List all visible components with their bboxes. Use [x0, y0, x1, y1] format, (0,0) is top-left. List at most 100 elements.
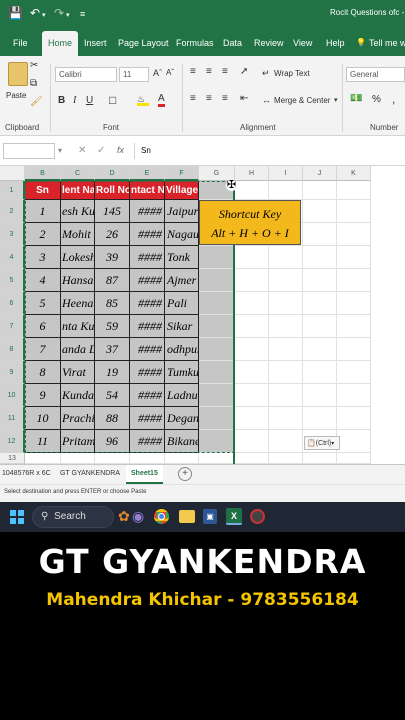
grid-cell[interactable]	[235, 453, 269, 464]
chrome-icon[interactable]	[154, 509, 169, 524]
table-cell[interactable]: 19	[95, 361, 130, 384]
customize-toolbar-icon[interactable]: ≡	[80, 7, 85, 21]
grid-cell[interactable]	[337, 361, 371, 384]
tab-home[interactable]: Home	[42, 31, 79, 56]
grid-cell[interactable]	[25, 453, 61, 464]
column-header-i[interactable]: I	[269, 166, 303, 181]
table-cell[interactable]: 59	[95, 315, 130, 338]
grid-cell[interactable]	[337, 315, 371, 338]
grid-cell[interactable]	[269, 246, 303, 269]
table-cell[interactable]: ####	[130, 315, 165, 338]
table-header-cell[interactable]: Village	[165, 181, 199, 200]
taskbar-search-box[interactable]: ⚲ Search	[32, 506, 114, 528]
table-cell[interactable]: Pali	[165, 292, 199, 315]
grid-cell[interactable]	[235, 246, 269, 269]
table-cell[interactable]: Sikar	[165, 315, 199, 338]
grid-cell[interactable]	[199, 384, 235, 407]
table-cell[interactable]: Hansa	[61, 269, 95, 292]
media-app-icon[interactable]: ◉	[132, 508, 144, 525]
grid-cell[interactable]	[269, 361, 303, 384]
grid-cell[interactable]	[199, 361, 235, 384]
undo-dropdown-icon[interactable]: ▾	[42, 9, 46, 23]
formula-input[interactable]: Sn	[134, 143, 405, 159]
grid-cell[interactable]	[269, 181, 303, 200]
table-cell[interactable]: nta Kur	[61, 315, 95, 338]
fill-color-icon[interactable]: ♨	[137, 94, 149, 106]
table-header-cell[interactable]: ntact N	[130, 181, 165, 200]
table-cell[interactable]: ####	[130, 338, 165, 361]
grid-cell[interactable]	[235, 181, 269, 200]
row-header-11[interactable]: 11	[0, 407, 25, 430]
excel-app-icon[interactable]: X	[226, 508, 242, 525]
copy-icon[interactable]: ⧉	[30, 78, 37, 89]
grid-cell[interactable]	[303, 384, 337, 407]
grid-cell[interactable]	[337, 338, 371, 361]
table-cell[interactable]: ####	[130, 430, 165, 453]
grid-cell[interactable]	[61, 453, 95, 464]
row-header-5[interactable]: 5	[0, 269, 25, 292]
table-cell[interactable]: Kundan	[61, 384, 95, 407]
grid-cell[interactable]	[337, 407, 371, 430]
column-header-j[interactable]: J	[303, 166, 337, 181]
align-right-icon[interactable]: ≡	[222, 93, 228, 104]
sheet-tab-sheet15[interactable]: Sheet15	[126, 465, 163, 484]
table-cell[interactable]: 85	[95, 292, 130, 315]
file-explorer-icon[interactable]	[179, 510, 195, 523]
table-cell[interactable]: Pritam	[61, 430, 95, 453]
grid-cell[interactable]	[235, 407, 269, 430]
table-cell[interactable]: ####	[130, 292, 165, 315]
row-header-13[interactable]: 13	[0, 453, 25, 464]
grid-cell[interactable]	[235, 430, 269, 453]
table-cell[interactable]: ####	[130, 384, 165, 407]
table-cell[interactable]: 2	[25, 223, 61, 246]
name-box[interactable]	[3, 143, 55, 159]
wrap-text-button[interactable]: Wrap Text	[274, 69, 310, 78]
table-cell[interactable]: ####	[130, 223, 165, 246]
orientation-icon[interactable]: ➚	[240, 66, 248, 77]
grid-cell[interactable]	[269, 384, 303, 407]
grid-cell[interactable]	[235, 361, 269, 384]
table-cell[interactable]: 87	[95, 269, 130, 292]
grid-cell[interactable]	[337, 223, 371, 246]
table-cell[interactable]: 8	[25, 361, 61, 384]
table-cell[interactable]: esh Kun	[61, 200, 95, 223]
font-name-box[interactable]: Calibri	[55, 67, 117, 82]
paste-icon[interactable]	[8, 62, 28, 86]
align-bottom-icon[interactable]: ≡	[222, 66, 228, 77]
table-cell[interactable]: Tumkur	[165, 361, 199, 384]
save-icon[interactable]: 💾	[8, 6, 23, 20]
grid-cell[interactable]	[337, 269, 371, 292]
grid-cell[interactable]	[199, 246, 235, 269]
table-cell[interactable]: Mohit	[61, 223, 95, 246]
table-cell[interactable]: 6	[25, 315, 61, 338]
row-header-3[interactable]: 3	[0, 223, 25, 246]
grid-cell[interactable]	[303, 223, 337, 246]
table-cell[interactable]: 54	[95, 384, 130, 407]
grid-cell[interactable]	[337, 246, 371, 269]
grid-cell[interactable]	[303, 269, 337, 292]
table-cell[interactable]: Prachi	[61, 407, 95, 430]
table-cell[interactable]: ####	[130, 361, 165, 384]
grid-cell[interactable]	[235, 269, 269, 292]
grid-cell[interactable]	[235, 315, 269, 338]
row-header-6[interactable]: 6	[0, 292, 25, 315]
paste-options-button[interactable]: 📋(Ctrl)▾	[304, 436, 340, 450]
column-header-b[interactable]: B	[25, 166, 61, 181]
column-header-h[interactable]: H	[235, 166, 269, 181]
number-format-box[interactable]: General	[346, 67, 405, 82]
grid-cell[interactable]	[269, 430, 303, 453]
grid-cell[interactable]	[199, 315, 235, 338]
insert-function-button[interactable]: fx	[117, 145, 124, 155]
table-header-cell[interactable]: lent Na	[61, 181, 95, 200]
grid-cell[interactable]	[303, 246, 337, 269]
align-left-icon[interactable]: ≡	[190, 93, 196, 104]
tab-help[interactable]: Help	[326, 38, 345, 48]
indent-icon[interactable]: ⇤	[240, 93, 248, 104]
grid-cell[interactable]	[95, 453, 130, 464]
comma-button[interactable]: ,	[392, 92, 395, 106]
align-top-icon[interactable]: ≡	[190, 66, 196, 77]
grid-cell[interactable]	[337, 181, 371, 200]
table-cell[interactable]: odhpur	[165, 338, 199, 361]
grid-cell[interactable]	[303, 181, 337, 200]
table-cell[interactable]: Tonk	[165, 246, 199, 269]
